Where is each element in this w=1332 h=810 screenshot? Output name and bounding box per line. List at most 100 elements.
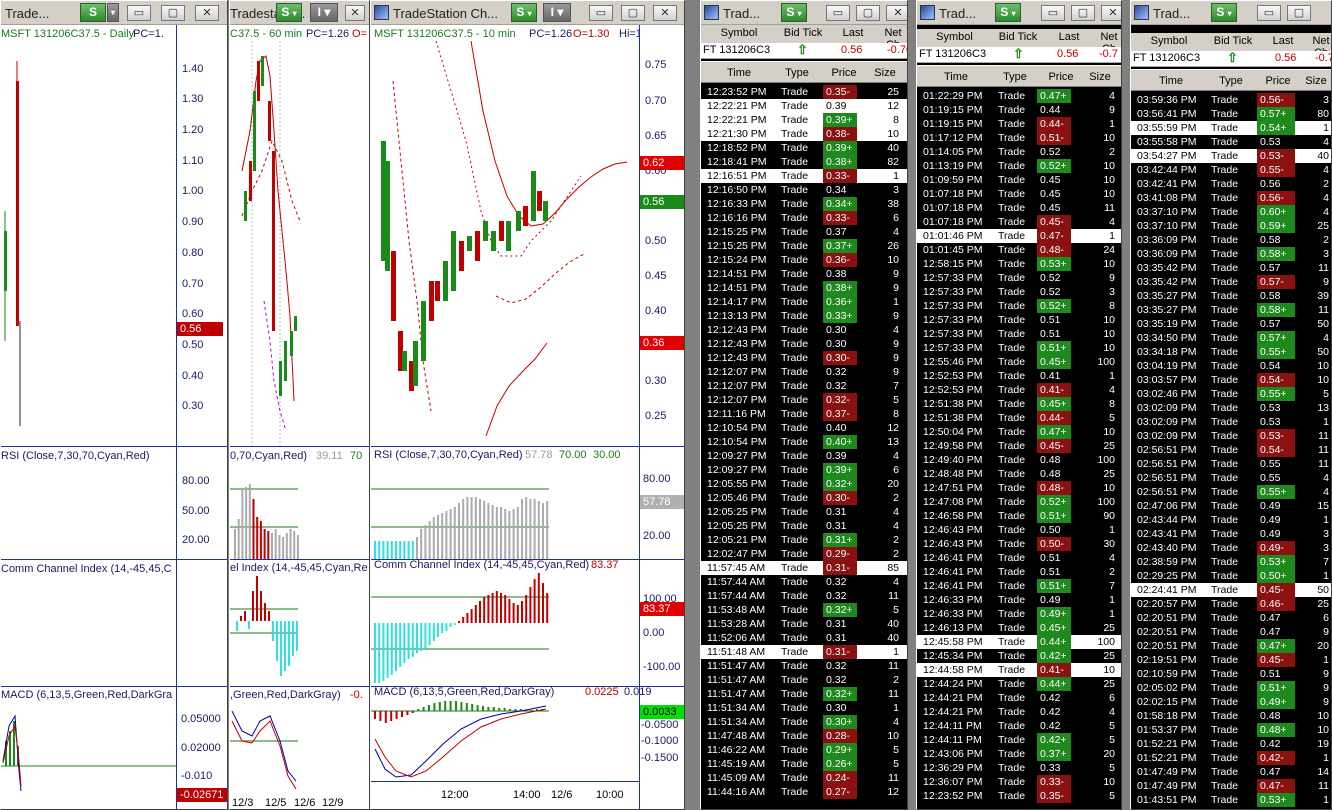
trade-row[interactable]: 12:52:53 PM Trade 0.41 1	[917, 369, 1121, 383]
trade-row[interactable]: 03:03:57 PM Trade 0.54- 10	[1131, 373, 1331, 387]
trade-row[interactable]: 11:51:47 AM Trade 0.32 2	[701, 673, 907, 687]
trade-row[interactable]: 12:46:41 PM Trade 0.51+ 7	[917, 579, 1121, 593]
trade-row[interactable]: 12:15:25 PM Trade 0.37+ 26	[701, 239, 907, 253]
trade-row[interactable]: 11:45:19 AM Trade 0.26+ 5	[701, 757, 907, 771]
trade-row[interactable]: 01:19:15 PM Trade 0.44 9	[917, 103, 1121, 117]
column-header-type[interactable]: Type	[995, 71, 1035, 83]
price-chart[interactable]	[1, 41, 176, 446]
trade-row[interactable]: 01:14:05 PM Trade 0.52 2	[917, 145, 1121, 159]
trade-row[interactable]: 11:53:28 AM Trade 0.31 40	[701, 617, 907, 631]
trade-row[interactable]: 11:51:48 AM Trade 0.31- 1	[701, 645, 907, 659]
trade-row[interactable]: 12:46:13 PM Trade 0.45+ 25	[917, 621, 1121, 635]
trade-row[interactable]: 12:12:43 PM Trade 0.30 9	[701, 337, 907, 351]
trade-row[interactable]: 12:09:27 PM Trade 0.39+ 6	[701, 463, 907, 477]
symbol-column-header[interactable]: Bid Tick	[992, 31, 1044, 43]
column-header-price[interactable]: Price	[1037, 71, 1085, 83]
trade-row[interactable]: 02:10:59 PM Trade 0.51 9	[1131, 667, 1331, 681]
trade-row[interactable]: 01:01:46 PM Trade 0.47- 1	[917, 229, 1121, 243]
trade-row[interactable]: 11:57:44 AM Trade 0.32 11	[701, 589, 907, 603]
trade-row[interactable]: 03:35:27 PM Trade 0.58 39	[1131, 289, 1331, 303]
trade-row[interactable]: 12:43:06 PM Trade 0.37+ 20	[917, 747, 1121, 761]
trade-row[interactable]: 12:22:21 PM Trade 0.39 12	[701, 99, 907, 113]
minimize-button[interactable]: ▭	[1041, 5, 1065, 21]
trade-row[interactable]: 12:18:52 PM Trade 0.39+ 40	[701, 141, 907, 155]
trade-row[interactable]: 12:14:51 PM Trade 0.38 9	[701, 267, 907, 281]
trade-row[interactable]: 12:16:33 PM Trade 0.34+ 38	[701, 197, 907, 211]
trade-row[interactable]: 02:43:40 PM Trade 0.49- 3	[1131, 541, 1331, 555]
title-bar[interactable]: Trade... S ▾ ▭ ▢ ✕	[1, 1, 227, 25]
trade-row[interactable]: 12:44:11 PM Trade 0.42+ 5	[917, 733, 1121, 747]
trade-row[interactable]: 11:57:45 AM Trade 0.31- 85	[701, 561, 907, 575]
trade-row[interactable]: 12:49:58 PM Trade 0.45- 25	[917, 439, 1121, 453]
trade-row[interactable]: 03:56:41 PM Trade 0.57+ 80	[1131, 107, 1331, 121]
symbol-row[interactable]: FT 131206C3 ⇧ 0.56 -0.7	[1131, 50, 1331, 67]
trade-row[interactable]: 12:44:58 PM Trade 0.41- 10	[917, 663, 1121, 677]
column-header-size[interactable]: Size	[869, 67, 901, 79]
trade-row[interactable]: 12:13:13 PM Trade 0.33+ 9	[701, 309, 907, 323]
trade-row[interactable]: 12:05:25 PM Trade 0.31 4	[701, 519, 907, 533]
trade-row[interactable]: 03:55:58 PM Trade 0.53 4	[1131, 135, 1331, 149]
trade-row[interactable]: 12:44:24 PM Trade 0.44+ 25	[917, 677, 1121, 691]
column-header-size[interactable]: Size	[1085, 71, 1115, 83]
indicators-button[interactable]: ▾	[107, 3, 119, 22]
trade-row[interactable]: 11:47:48 AM Trade 0.28- 10	[701, 729, 907, 743]
trade-row[interactable]: 12:46:41 PM Trade 0.51 4	[917, 551, 1121, 565]
column-header-time[interactable]: Time	[701, 67, 777, 79]
trade-row[interactable]: 12:16:50 PM Trade 0.34 3	[701, 183, 907, 197]
title-bar[interactable]: Trad... S ▾ ▭ ▢	[1131, 1, 1331, 25]
indicators-button[interactable]: I ▾	[310, 3, 338, 22]
trade-row[interactable]: 12:21:30 PM Trade 0.38- 10	[701, 127, 907, 141]
close-button[interactable]: ✕	[345, 5, 365, 21]
price-chart[interactable]	[230, 41, 370, 446]
trade-row[interactable]: 12:55:46 PM Trade 0.45+ 100	[917, 355, 1121, 369]
trade-row[interactable]: 12:46:33 PM Trade 0.49 1	[917, 593, 1121, 607]
indicators-button[interactable]: I ▾	[543, 3, 571, 22]
trade-row[interactable]: 12:12:43 PM Trade 0.30 4	[701, 323, 907, 337]
column-header-time[interactable]: Time	[917, 71, 995, 83]
close-button[interactable]: ✕	[653, 5, 677, 21]
trade-row[interactable]: 01:07:18 PM Trade 0.45 10	[917, 187, 1121, 201]
trade-row[interactable]: 12:02:47 PM Trade 0.29- 2	[701, 547, 907, 561]
trade-row[interactable]: 11:57:44 AM Trade 0.32 4	[701, 575, 907, 589]
trade-row[interactable]: 03:35:27 PM Trade 0.58+ 11	[1131, 303, 1331, 317]
trade-row[interactable]: 11:51:34 AM Trade 0.30 1	[701, 701, 907, 715]
trade-row[interactable]: 03:42:41 PM Trade 0.56 2	[1131, 177, 1331, 191]
trade-row[interactable]: 12:44:11 PM Trade 0.42 5	[917, 719, 1121, 733]
trade-row[interactable]: 02:05:02 PM Trade 0.51+ 9	[1131, 681, 1331, 695]
trade-row[interactable]: 03:02:09 PM Trade 0.53- 11	[1131, 429, 1331, 443]
column-header-time[interactable]: Time	[1131, 75, 1211, 87]
symbol-column-header[interactable]: Last	[829, 27, 877, 39]
trade-row[interactable]: 03:35:42 PM Trade 0.57 11	[1131, 261, 1331, 275]
trade-row[interactable]: 01:17:12 PM Trade 0.51- 10	[917, 131, 1121, 145]
trade-row[interactable]: 01:07:18 PM Trade 0.45- 4	[917, 215, 1121, 229]
trade-row[interactable]: 12:05:25 PM Trade 0.31 4	[701, 505, 907, 519]
trade-row[interactable]: 12:14:17 PM Trade 0.36+ 1	[701, 295, 907, 309]
trade-row[interactable]: 03:04:19 PM Trade 0.54 10	[1131, 359, 1331, 373]
trade-row[interactable]: 03:34:18 PM Trade 0.55+ 50	[1131, 345, 1331, 359]
trade-row[interactable]: 01:52:21 PM Trade 0.42- 1	[1131, 751, 1331, 765]
maximize-button[interactable]: ▢	[1071, 5, 1095, 21]
trade-row[interactable]: 12:11:16 PM Trade 0.37- 8	[701, 407, 907, 421]
trade-row[interactable]: 11:51:47 AM Trade 0.32+ 11	[701, 687, 907, 701]
trade-row[interactable]: 03:02:09 PM Trade 0.53 1	[1131, 415, 1331, 429]
trade-row[interactable]: 02:56:51 PM Trade 0.54- 11	[1131, 443, 1331, 457]
styles-button[interactable]: S ▾	[276, 3, 302, 22]
trade-row[interactable]: 02:19:51 PM Trade 0.45- 1	[1131, 653, 1331, 667]
column-header-size[interactable]: Size	[1301, 75, 1331, 87]
trade-row[interactable]: 12:57:33 PM Trade 0.51 10	[917, 327, 1121, 341]
title-bar[interactable]: Tradestatio... S ▾ I ▾ ✕	[230, 1, 369, 25]
trade-row[interactable]: 12:57:33 PM Trade 0.51+ 10	[917, 341, 1121, 355]
title-bar[interactable]: Trad... S ▾ ▭ ▢ ✕	[701, 1, 907, 25]
close-button[interactable]: ✕	[886, 5, 907, 21]
minimize-button[interactable]: ▭	[1257, 5, 1281, 21]
trade-row[interactable]: 12:46:43 PM Trade 0.50- 30	[917, 537, 1121, 551]
trade-row[interactable]: 12:51:38 PM Trade 0.44- 5	[917, 411, 1121, 425]
symbol-column-header[interactable]: Symbol	[917, 31, 992, 43]
trade-row[interactable]: 11:52:06 AM Trade 0.31 40	[701, 631, 907, 645]
chart-window-daily[interactable]: Trade... S ▾ ▭ ▢ ✕ MSFT 131206C37.5 - Da…	[0, 0, 228, 810]
trade-row[interactable]: 12:47:08 PM Trade 0.52+ 100	[917, 495, 1121, 509]
trade-row[interactable]: 12:48:48 PM Trade 0.48 25	[917, 467, 1121, 481]
trade-row[interactable]: 12:05:21 PM Trade 0.31+ 2	[701, 533, 907, 547]
trade-row[interactable]: 12:16:16 PM Trade 0.33- 6	[701, 211, 907, 225]
trade-row[interactable]: 12:15:24 PM Trade 0.36- 10	[701, 253, 907, 267]
